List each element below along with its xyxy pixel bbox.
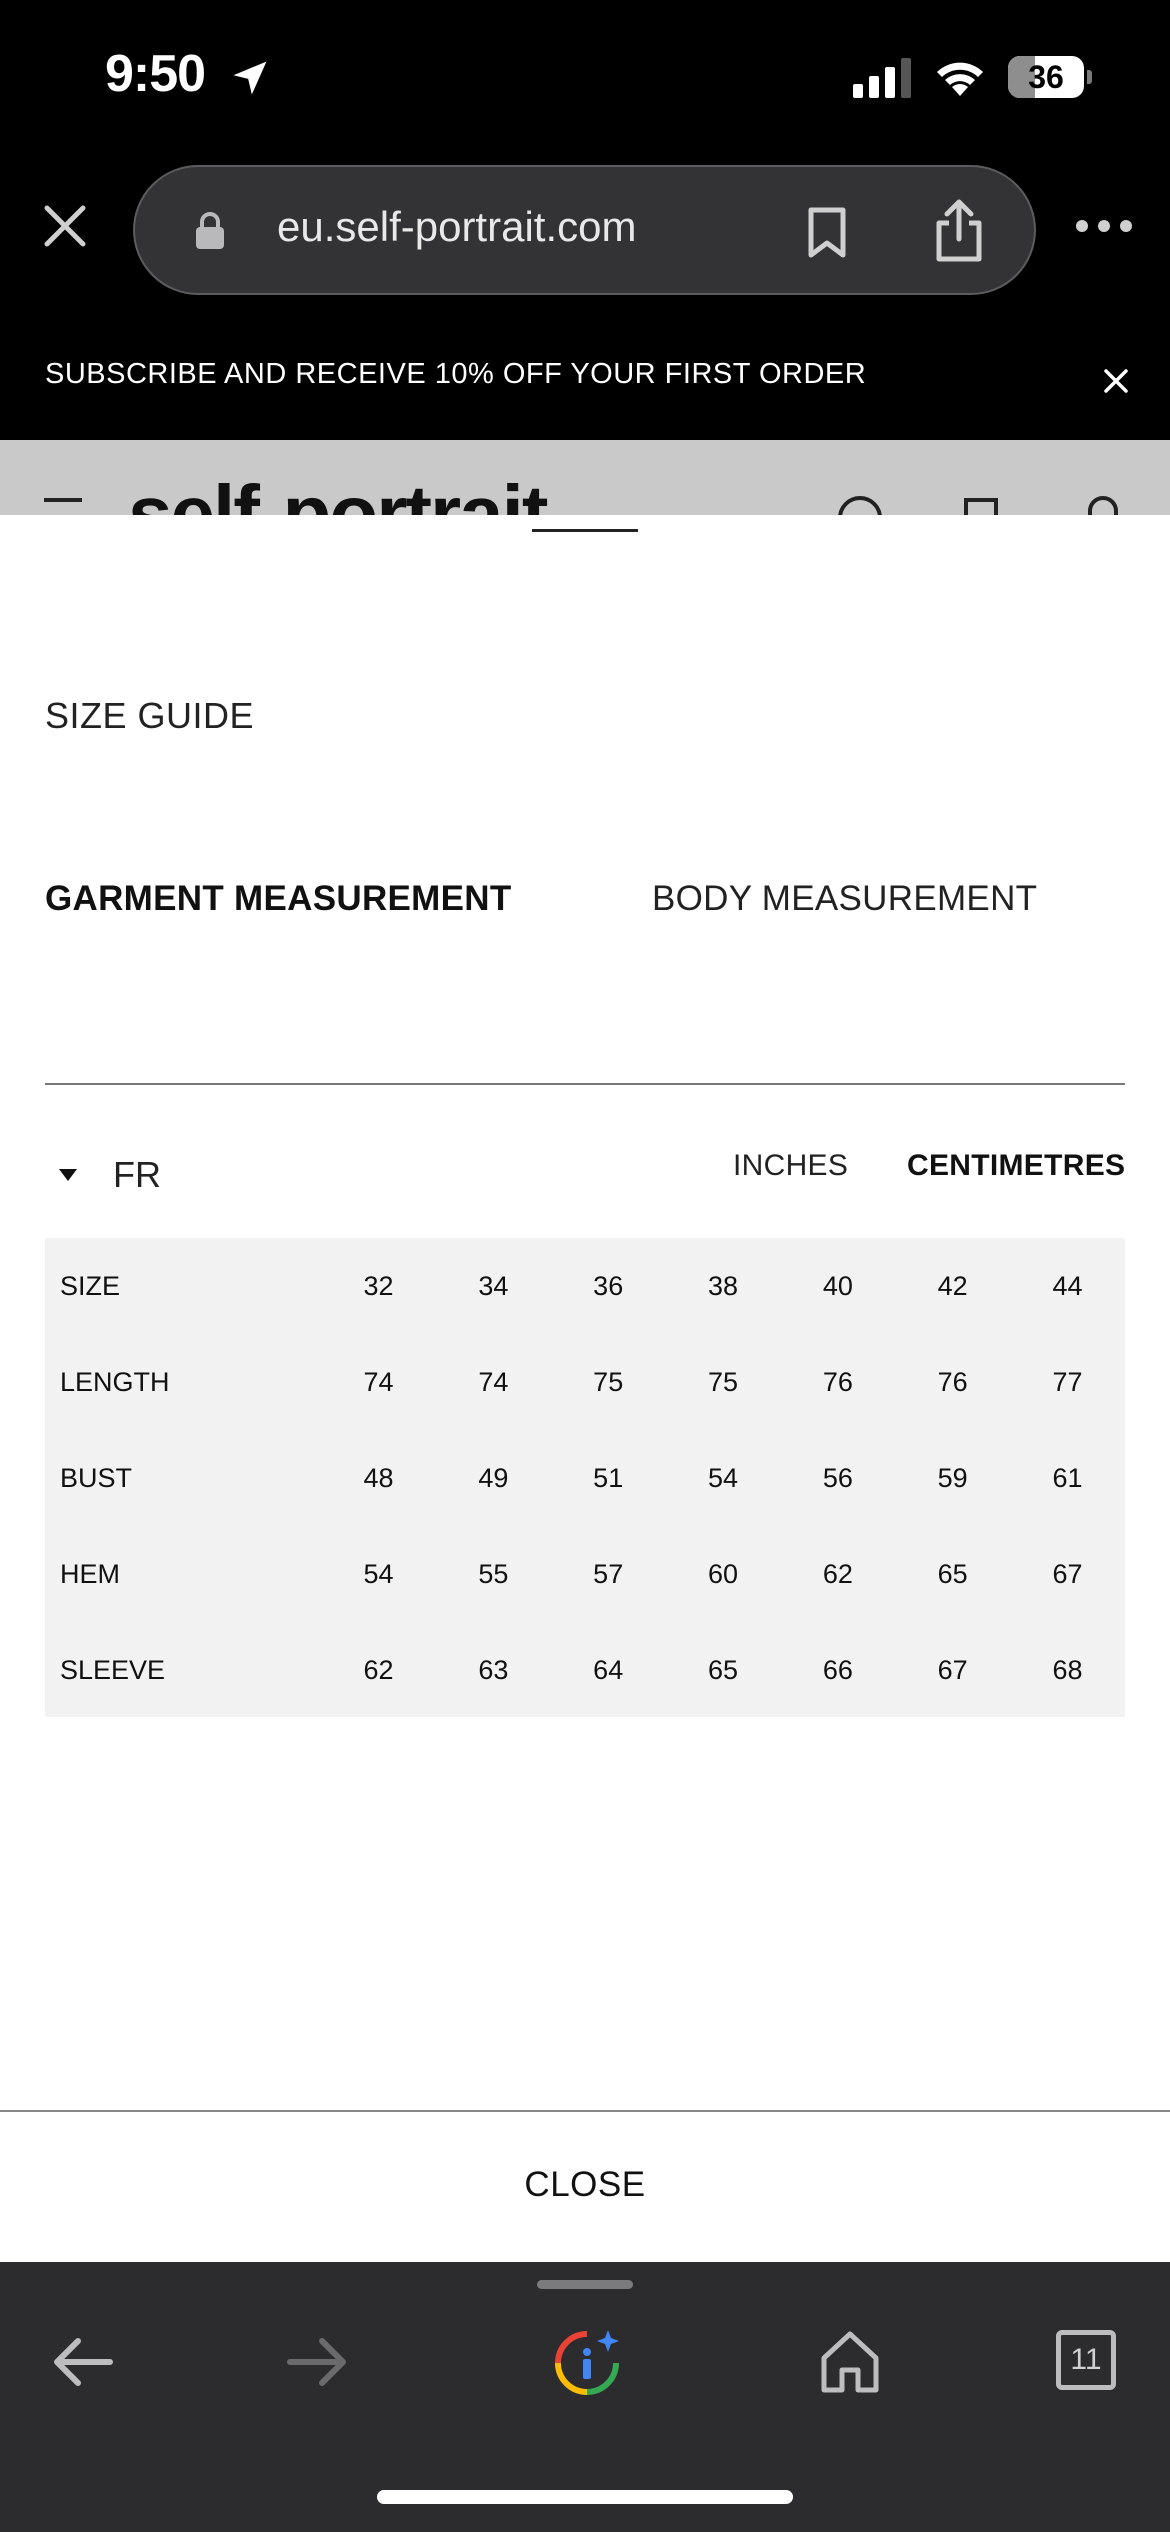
table-cell: 54 <box>708 1462 739 1493</box>
promo-text[interactable]: SUBSCRIBE AND RECEIVE 10% OFF YOUR FIRST… <box>45 358 866 391</box>
table-cell: 67 <box>937 1654 968 1685</box>
status-bar: 9:50 36 <box>0 0 1170 150</box>
table-cell: 63 <box>478 1654 509 1685</box>
back-arrow-icon[interactable] <box>50 2332 116 2392</box>
table-cell: 74 <box>363 1366 394 1397</box>
table-cell: 75 <box>593 1366 624 1397</box>
table-cell: 67 <box>1052 1558 1083 1589</box>
battery-icon: 36 <box>1008 56 1092 98</box>
promo-banner: SUBSCRIBE AND RECEIVE 10% OFF YOUR FIRST… <box>0 312 1170 440</box>
table-cell: 60 <box>708 1558 739 1589</box>
forward-arrow-icon[interactable] <box>284 2332 350 2392</box>
table-cell: 75 <box>708 1366 739 1397</box>
browser-address-area: eu.self-portrait.com <box>0 150 1170 312</box>
size-guide-title: SIZE GUIDE <box>45 695 255 736</box>
table-cell: 76 <box>937 1366 968 1397</box>
unit-inches-toggle[interactable]: INCHES <box>733 1149 848 1183</box>
region-selector[interactable]: FR <box>45 1145 161 1205</box>
table-cell: 62 <box>822 1558 853 1589</box>
toolbar-handle[interactable] <box>537 2280 633 2289</box>
caret-down-icon <box>59 1169 77 1181</box>
table-cell: 74 <box>478 1366 509 1397</box>
wishlist-icon <box>964 498 998 515</box>
share-icon[interactable] <box>933 199 985 263</box>
row-label: SIZE <box>60 1270 121 1301</box>
table-cell: 49 <box>478 1462 509 1493</box>
table-cell: 57 <box>593 1558 624 1589</box>
sheet-handle[interactable] <box>532 529 638 532</box>
table-cell: 51 <box>593 1462 624 1493</box>
close-promo-icon[interactable] <box>1103 368 1129 394</box>
table-cell: 68 <box>1052 1654 1083 1685</box>
table-cell: 40 <box>822 1270 853 1301</box>
table-cell: 66 <box>822 1654 853 1685</box>
url-text[interactable]: eu.self-portrait.com <box>277 203 636 251</box>
cellular-signal-icon <box>853 58 911 98</box>
battery-percent: 36 <box>1028 59 1064 95</box>
menu-icon <box>44 498 82 502</box>
wifi-icon <box>937 62 983 96</box>
table-cell: 55 <box>478 1558 509 1589</box>
table-cell: 59 <box>937 1462 968 1493</box>
divider <box>0 2110 1170 2112</box>
size-table: SIZE 32 34 36 38 40 42 44 LENGTH 74 74 75 75 76 76 77 BU… <box>45 1238 1125 1717</box>
search-icon <box>838 496 882 515</box>
table-cell: 76 <box>822 1366 853 1397</box>
table-cell: 65 <box>937 1558 968 1589</box>
bookmark-icon[interactable] <box>805 207 849 259</box>
location-arrow-icon <box>233 61 267 95</box>
close-button[interactable]: CLOSE <box>0 2135 1170 2235</box>
home-indicator <box>377 2490 793 2504</box>
tabs-count-button[interactable]: 11 <box>1056 2330 1116 2390</box>
table-row: SLEEVE 62 63 64 65 66 67 68 <box>45 1622 1125 1718</box>
table-cell: 34 <box>478 1270 509 1301</box>
site-logo: self-portrait <box>128 469 548 515</box>
table-row: BUST 48 49 51 54 56 59 61 <box>45 1430 1125 1526</box>
status-time: 9:50 <box>105 45 206 103</box>
table-cell: 62 <box>363 1654 394 1685</box>
home-icon[interactable] <box>818 2328 882 2394</box>
lock-icon <box>196 212 224 249</box>
table-row: HEM 54 55 57 60 62 65 67 <box>45 1526 1125 1622</box>
bag-icon <box>1088 496 1118 515</box>
table-cell: 38 <box>708 1270 739 1301</box>
table-cell: 61 <box>1052 1462 1083 1493</box>
tab-garment-measurement[interactable]: GARMENT MEASUREMENT <box>45 879 512 919</box>
table-cell: 44 <box>1052 1270 1083 1301</box>
divider <box>45 1083 1125 1085</box>
table-row: LENGTH 74 74 75 75 76 76 77 <box>45 1334 1125 1430</box>
table-cell: 56 <box>822 1462 853 1493</box>
table-cell: 42 <box>937 1270 968 1301</box>
table-cell: 64 <box>593 1654 624 1685</box>
tab-body-measurement[interactable]: BODY MEASUREMENT <box>652 879 1037 919</box>
table-cell: 54 <box>363 1558 394 1589</box>
row-label: HEM <box>60 1558 120 1589</box>
unit-centimetres-toggle[interactable]: CENTIMETRES <box>907 1149 1125 1183</box>
close-tab-icon[interactable] <box>42 203 88 249</box>
address-bar[interactable]: eu.self-portrait.com <box>133 165 1036 295</box>
row-label: LENGTH <box>60 1366 170 1397</box>
more-options-icon[interactable] <box>1074 214 1134 238</box>
table-cell: 32 <box>363 1270 394 1301</box>
row-label: SLEEVE <box>60 1654 166 1685</box>
table-cell: 36 <box>593 1270 624 1301</box>
table-cell: 77 <box>1052 1366 1083 1397</box>
site-header: self-portrait <box>0 440 1170 515</box>
region-label: FR <box>113 1154 161 1195</box>
browser-toolbar: 11 <box>0 2262 1170 2532</box>
size-guide-modal: SIZE GUIDE GARMENT MEASUREMENT BODY MEAS… <box>0 515 1170 2262</box>
row-label: BUST <box>60 1462 133 1493</box>
table-cell: 48 <box>363 1462 394 1493</box>
assistant-icon[interactable] <box>552 2328 622 2398</box>
table-row: SIZE 32 34 36 38 40 42 44 <box>45 1238 1125 1334</box>
table-cell: 65 <box>708 1654 739 1685</box>
